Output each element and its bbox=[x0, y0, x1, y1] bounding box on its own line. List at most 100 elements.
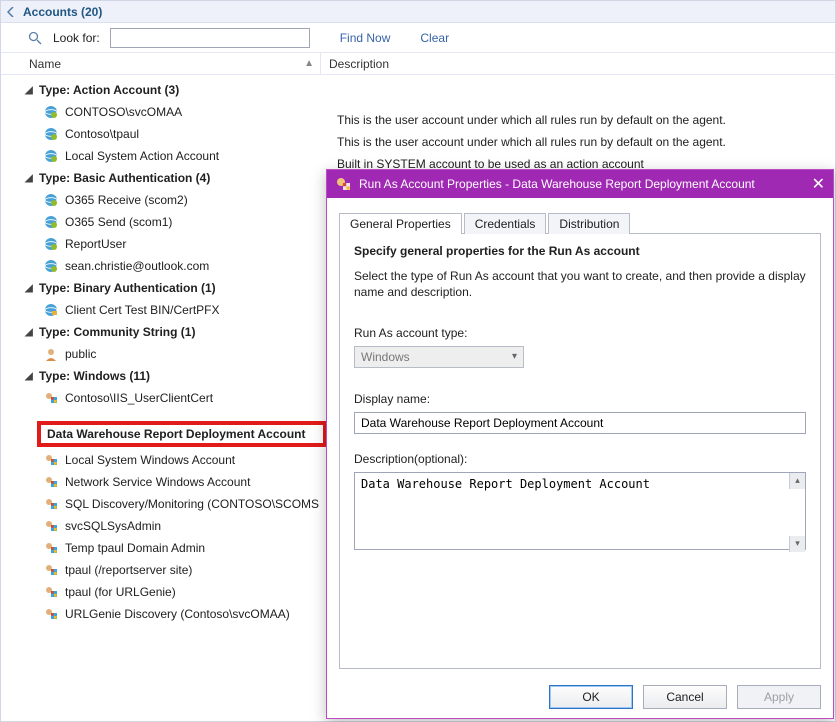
group-label: Type: Action Account (3) bbox=[39, 83, 179, 97]
item-description: This is the user account under which all… bbox=[337, 109, 726, 131]
item-label: O365 Receive (scom2) bbox=[65, 193, 188, 207]
account-icon bbox=[335, 176, 351, 192]
item-label: Contoso\IIS_UserClientCert bbox=[65, 391, 213, 405]
globe-user-icon bbox=[43, 104, 59, 120]
globe-user-icon bbox=[43, 192, 59, 208]
user-icon bbox=[43, 346, 59, 362]
list-column-headers: Name ▲ Description bbox=[1, 53, 835, 75]
look-for-label: Look for: bbox=[53, 31, 100, 45]
button-label: Apply bbox=[764, 690, 794, 704]
item-label: sean.christie@outlook.com bbox=[65, 259, 209, 273]
item-label: Data Warehouse Report Deployment Account bbox=[47, 427, 305, 441]
column-name[interactable]: Name ▲ bbox=[1, 53, 321, 74]
globe-user-icon bbox=[43, 126, 59, 142]
chevron-down-icon: ◢ bbox=[25, 85, 33, 96]
column-description-label: Description bbox=[329, 57, 389, 71]
windows-user-icon bbox=[43, 584, 59, 600]
account-type-dropdown: Windows ▾ bbox=[354, 346, 524, 368]
item-description: This is the user account under which all… bbox=[337, 131, 726, 153]
tab-panel-general: Specify general properties for the Run A… bbox=[339, 233, 821, 669]
tab-distribution[interactable]: Distribution bbox=[548, 213, 630, 234]
group-label: Type: Basic Authentication (4) bbox=[39, 171, 210, 185]
dialog-titlebar[interactable]: Run As Account Properties - Data Warehou… bbox=[327, 170, 833, 198]
globe-user-icon bbox=[43, 258, 59, 274]
page-title: Accounts (20) bbox=[23, 5, 102, 19]
group-label: Type: Binary Authentication (1) bbox=[39, 281, 216, 295]
windows-user-icon bbox=[43, 452, 59, 468]
scroll-up-icon[interactable]: ▴ bbox=[789, 473, 805, 489]
chevron-down-icon: ◢ bbox=[25, 371, 33, 382]
tab-label: General Properties bbox=[350, 217, 451, 231]
item-label: tpaul (for URLGenie) bbox=[65, 585, 176, 599]
group-action-account[interactable]: ◢ Type: Action Account (3) bbox=[25, 79, 835, 101]
windows-user-icon bbox=[43, 540, 59, 556]
chevron-down-icon: ◢ bbox=[25, 283, 33, 294]
windows-user-icon bbox=[43, 496, 59, 512]
group-label: Type: Community String (1) bbox=[39, 325, 195, 339]
globe-cert-icon bbox=[43, 302, 59, 318]
globe-user-icon bbox=[43, 214, 59, 230]
section-header: Specify general properties for the Run A… bbox=[354, 244, 806, 258]
item-label: tpaul (/reportserver site) bbox=[65, 563, 192, 577]
dropdown-value: Windows bbox=[361, 350, 410, 364]
item-label: Local System Action Account bbox=[65, 149, 219, 163]
search-input[interactable] bbox=[110, 28, 310, 48]
item-label: URLGenie Discovery (Contoso\svcOMAA) bbox=[65, 607, 290, 621]
description-cells: This is the user account under which all… bbox=[337, 109, 726, 175]
find-now-button[interactable]: Find Now bbox=[340, 31, 391, 45]
item-label: svcSQLSysAdmin bbox=[65, 519, 161, 533]
item-label: ReportUser bbox=[65, 237, 126, 251]
item-label: SQL Discovery/Monitoring (CONTOSO\SCOMS bbox=[65, 497, 319, 511]
clear-button[interactable]: Clear bbox=[420, 31, 449, 45]
tab-credentials[interactable]: Credentials bbox=[464, 213, 547, 234]
apply-button: Apply bbox=[737, 685, 821, 709]
dialog-body: General Properties Credentials Distribut… bbox=[327, 198, 833, 677]
tab-strip: General Properties Credentials Distribut… bbox=[339, 210, 821, 234]
globe-user-icon bbox=[43, 236, 59, 252]
dialog-button-row: OK Cancel Apply bbox=[327, 677, 833, 718]
dialog-title: Run As Account Properties - Data Warehou… bbox=[359, 177, 755, 191]
close-icon[interactable]: ✕ bbox=[812, 174, 825, 194]
item-label: public bbox=[65, 347, 96, 361]
item-label: Local System Windows Account bbox=[65, 453, 235, 467]
chevron-down-icon: ▾ bbox=[512, 351, 517, 362]
display-name-label: Display name: bbox=[354, 392, 806, 406]
group-label: Type: Windows (11) bbox=[39, 369, 150, 383]
page-header: Accounts (20) bbox=[1, 1, 835, 23]
list-item-highlighted[interactable]: Data Warehouse Report Deployment Account bbox=[37, 421, 327, 447]
description-label: Description(optional): bbox=[354, 452, 806, 466]
tab-label: Credentials bbox=[475, 217, 536, 231]
tab-label: Distribution bbox=[559, 217, 619, 231]
windows-user-icon bbox=[43, 606, 59, 622]
run-as-account-properties-dialog: Run As Account Properties - Data Warehou… bbox=[326, 169, 834, 719]
help-text: Select the type of Run As account that y… bbox=[354, 268, 806, 300]
back-icon[interactable] bbox=[7, 7, 17, 17]
search-bar: Look for: Find Now Clear bbox=[1, 23, 835, 53]
windows-user-icon bbox=[43, 390, 59, 406]
globe-user-icon bbox=[43, 148, 59, 164]
scroll-down-icon[interactable]: ▾ bbox=[789, 536, 805, 552]
button-label: Cancel bbox=[666, 690, 703, 704]
cancel-button[interactable]: Cancel bbox=[643, 685, 727, 709]
windows-user-icon bbox=[43, 562, 59, 578]
chevron-down-icon: ◢ bbox=[25, 327, 33, 338]
description-field[interactable] bbox=[354, 472, 806, 550]
tab-general-properties[interactable]: General Properties bbox=[339, 213, 462, 234]
item-label: Network Service Windows Account bbox=[65, 475, 250, 489]
chevron-down-icon: ◢ bbox=[25, 173, 33, 184]
windows-user-icon bbox=[43, 474, 59, 490]
windows-user-icon bbox=[43, 518, 59, 534]
item-label: Temp tpaul Domain Admin bbox=[65, 541, 205, 555]
button-label: OK bbox=[582, 690, 599, 704]
account-type-label: Run As account type: bbox=[354, 326, 806, 340]
item-label: Contoso\tpaul bbox=[65, 127, 139, 141]
ok-button[interactable]: OK bbox=[549, 685, 633, 709]
display-name-field[interactable] bbox=[354, 412, 806, 434]
search-icon bbox=[27, 30, 43, 46]
item-label: O365 Send (scom1) bbox=[65, 215, 172, 229]
item-label: CONTOSO\svcOMAA bbox=[65, 105, 182, 119]
item-label: Client Cert Test BIN/CertPFX bbox=[65, 303, 220, 317]
column-description[interactable]: Description bbox=[321, 57, 835, 71]
sort-asc-icon: ▲ bbox=[304, 58, 314, 69]
column-name-label: Name bbox=[29, 57, 61, 71]
